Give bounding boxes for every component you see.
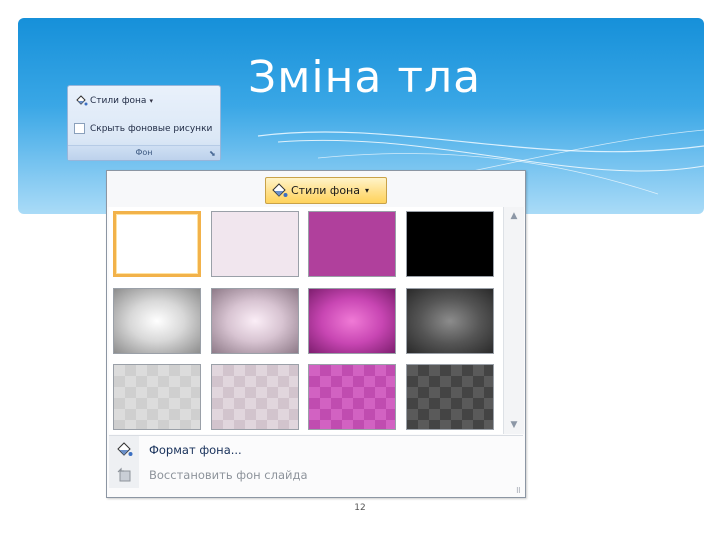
gallery-topbar: Стили фона ▾ <box>107 171 525 207</box>
dialog-launcher-icon[interactable]: ⬊ <box>209 150 217 158</box>
menu-separator <box>109 435 523 436</box>
reset-background-icon <box>109 463 139 487</box>
dropdown-arrow-icon: ▾ <box>149 97 153 105</box>
thumb-pink-diamond[interactable] <box>210 364 299 430</box>
thumb-magenta-radial[interactable] <box>308 287 396 354</box>
background-styles-button-label: Стили фона <box>291 184 360 197</box>
thumb-gray-radial[interactable] <box>113 287 201 354</box>
hide-background-graphics-label: Скрыть фоновые рисунки <box>90 123 213 134</box>
thumb-light-pink[interactable] <box>210 211 299 277</box>
dropdown-arrow-icon: ▾ <box>364 186 369 195</box>
gallery-scrollbar[interactable]: ▲ ▼ <box>503 207 524 434</box>
background-styles-button[interactable]: Стили фона ▾ <box>265 177 387 204</box>
reset-background-menu-item[interactable]: Восстановить фон слайда <box>109 463 523 487</box>
thumb-dark-gray-radial[interactable] <box>405 287 494 354</box>
thumb-magenta-diamond[interactable] <box>308 364 396 430</box>
background-styles-label: Стили фона <box>90 96 147 106</box>
thumb-dark-diamond[interactable] <box>405 364 494 430</box>
background-styles-ribbon-button[interactable]: Стили фона ▾ <box>74 94 153 108</box>
hide-background-graphics-checkbox-row[interactable]: Скрыть фоновые рисунки <box>74 123 212 134</box>
scroll-down-icon[interactable]: ▼ <box>508 420 520 430</box>
thumb-gray-diamond[interactable] <box>113 364 201 430</box>
format-background-label: Формат фона... <box>149 443 242 457</box>
ribbon-group-footer: Фон <box>68 145 220 160</box>
paint-bucket-icon <box>76 95 88 106</box>
hide-background-graphics-checkbox[interactable] <box>74 123 85 134</box>
scroll-up-icon[interactable]: ▲ <box>508 211 520 221</box>
background-styles-grid <box>109 207 503 434</box>
slide-title: Зміна тла <box>248 52 482 103</box>
format-background-menu-item[interactable]: Формат фона... <box>109 438 523 462</box>
ribbon-group-background: Стили фона ▾ Скрыть фоновые рисунки Фон … <box>67 85 221 161</box>
paint-bucket-icon <box>272 182 288 197</box>
resize-grip-icon[interactable]: ⠿ <box>516 487 521 495</box>
background-styles-gallery: Стили фона ▾ ▲ ▼ Формат фона... Восстано… <box>106 170 526 498</box>
ribbon-group-label: Фон <box>135 148 153 157</box>
thumb-black[interactable] <box>405 211 494 277</box>
page-number: 12 <box>354 503 366 513</box>
paint-bucket-icon <box>109 438 139 462</box>
reset-background-label: Восстановить фон слайда <box>149 468 308 482</box>
thumb-pink-radial[interactable] <box>210 287 299 354</box>
thumb-magenta[interactable] <box>308 211 396 277</box>
thumb-white[interactable] <box>113 211 201 277</box>
